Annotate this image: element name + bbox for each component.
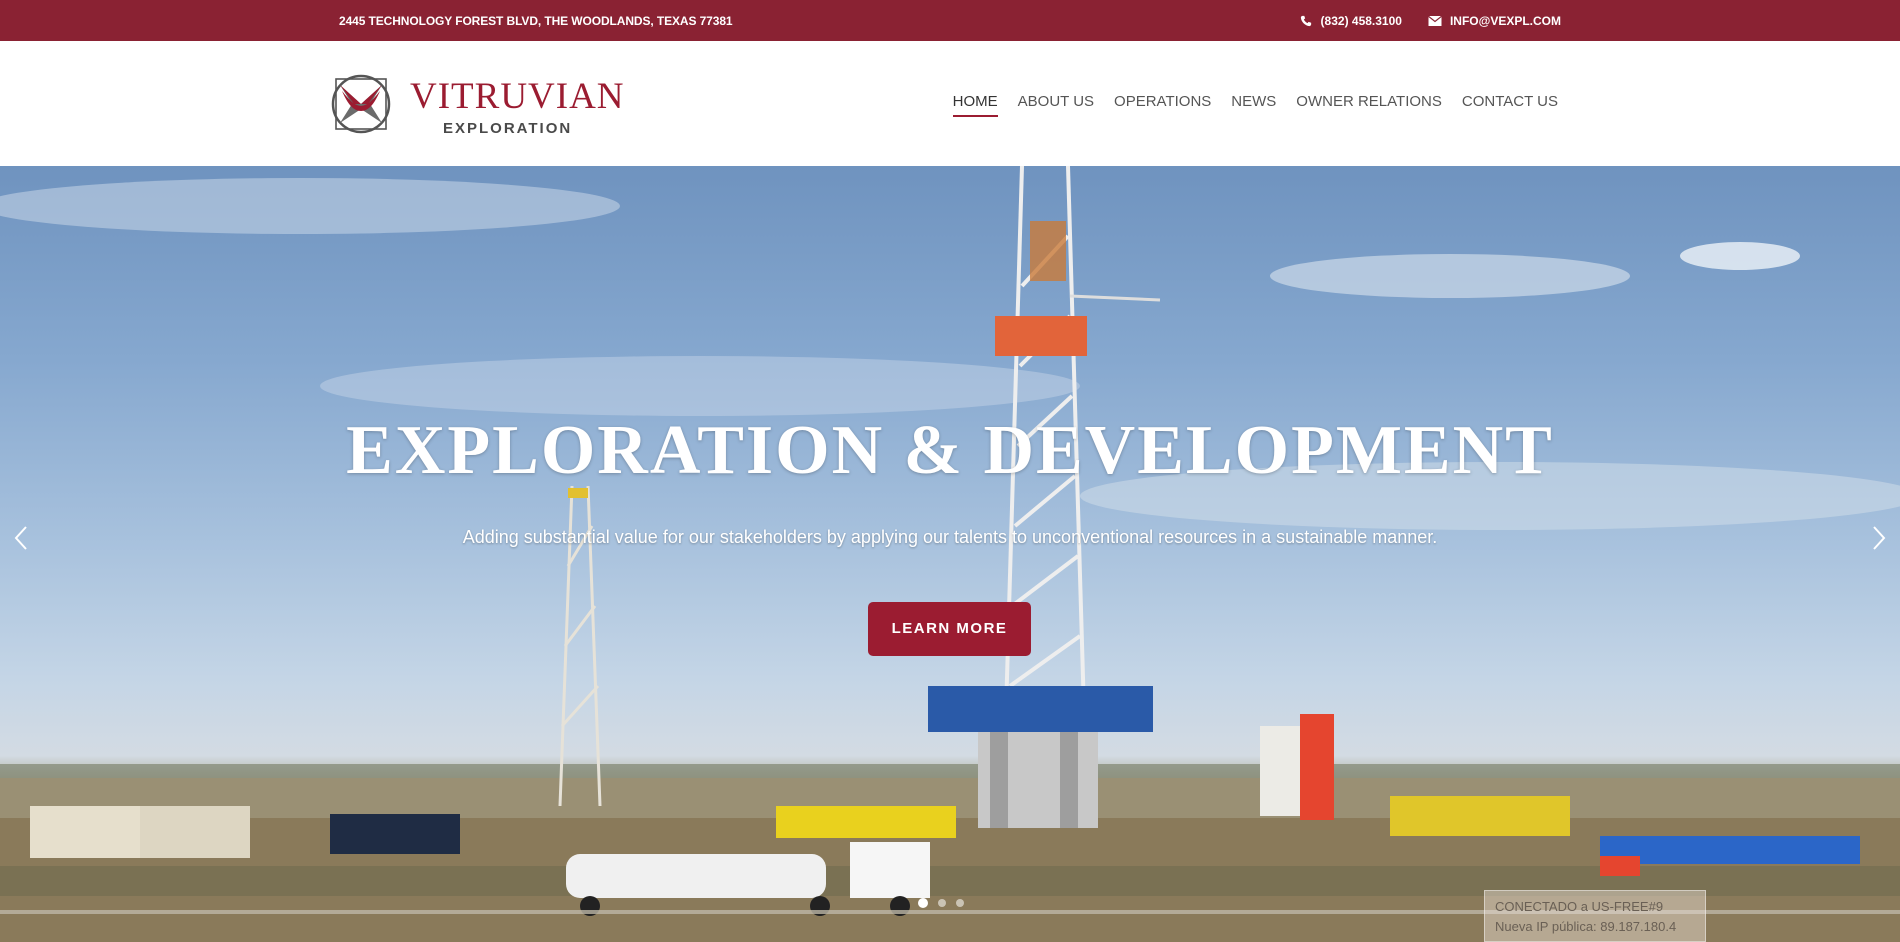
nav-item-operations[interactable]: OPERATIONS [1114, 93, 1211, 117]
slide-dot-2[interactable] [938, 899, 946, 907]
hero-subtitle: Adding substantial value for our stakeho… [462, 527, 1438, 547]
learn-more-button[interactable]: LEARN MORE [868, 602, 1031, 656]
main-nav: HOME ABOUT US OPERATIONS NEWS OWNER RELA… [933, 93, 1558, 117]
top-bar: 2445 TECHNOLOGY FOREST BLVD, THE WOODLAN… [0, 0, 1900, 41]
vpn-ip-text: Nueva IP pública: 89.187.180.4 [1495, 919, 1677, 934]
envelope-icon [1428, 15, 1442, 26]
chevron-left-icon[interactable] [10, 523, 34, 553]
logo-subtitle: EXPLORATION [443, 120, 573, 137]
slide-dot-3[interactable] [956, 899, 964, 907]
phone-text: (832) 458.3100 [1320, 14, 1402, 28]
nav-item-news[interactable]: NEWS [1231, 93, 1276, 117]
vpn-status-text: CONECTADO a US-FREE#9 [1495, 899, 1664, 914]
nav-item-home[interactable]: HOME [952, 93, 998, 117]
site-header: VITRUVIAN EXPLORATION HOME ABOUT US OPER… [0, 41, 1900, 166]
nav-item-owner-relations[interactable]: OWNER RELATIONS [1296, 93, 1442, 117]
hero-title: EXPLORATION & DEVELOPMENT [346, 412, 1554, 489]
phone-icon [1300, 15, 1311, 27]
logo-wordmark: VITRUVIAN [410, 76, 625, 117]
address-text: 2445 TECHNOLOGY FOREST BLVD, THE WOODLAN… [339, 14, 733, 28]
slide-dot-1[interactable] [918, 898, 928, 908]
slider-pagination [918, 898, 974, 908]
vpn-notification: CONECTADO a US-FREE#9 Nueva IP pública: … [1484, 890, 1706, 942]
contact-info: (832) 458.3100 INFO@VEXPL.COM [1273, 14, 1561, 28]
chevron-right-icon[interactable] [1866, 523, 1890, 553]
nav-item-contact-us[interactable]: CONTACT US [1462, 93, 1558, 117]
nav-item-about-us[interactable]: ABOUT US [1018, 93, 1094, 117]
email-text: INFO@VEXPL.COM [1449, 14, 1561, 28]
drilling-rig-illustration [0, 166, 1900, 942]
site-logo[interactable]: VITRUVIAN EXPLORATION [330, 71, 624, 141]
email-link[interactable]: INFO@VEXPL.COM [1428, 14, 1561, 28]
phone-link[interactable]: (832) 458.3100 [1299, 14, 1402, 28]
vitruvian-logo-icon [331, 74, 391, 134]
hero-slider: EXPLORATION & DEVELOPMENT Adding substan… [0, 166, 1900, 942]
